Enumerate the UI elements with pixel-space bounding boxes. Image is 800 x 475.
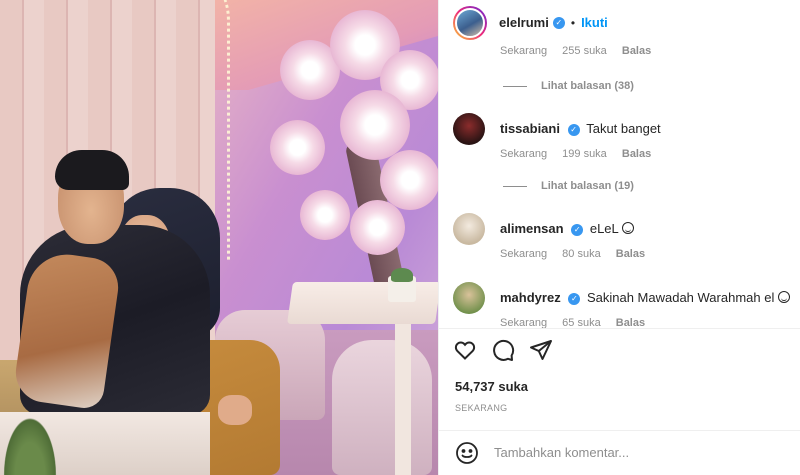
view-replies-label: Lihat balasan (38) <box>541 80 634 92</box>
post-header: elelrumi ✓ • Ikuti <box>439 0 800 45</box>
comment-time: Sekarang <box>500 45 548 57</box>
comment-likes[interactable]: 80 suka <box>562 248 601 260</box>
post-photo[interactable] <box>0 0 438 475</box>
add-comment-bar: Tambahkan komentar... <box>439 430 800 475</box>
photo-plant <box>391 268 413 282</box>
post-actions <box>453 338 553 362</box>
comment-time: Sekarang <box>500 248 548 260</box>
comment-text: eLeL <box>589 221 619 236</box>
commenter-avatar[interactable] <box>453 282 485 314</box>
heart-icon[interactable] <box>453 338 477 362</box>
comment-body: mahdyrez ✓ Sakinah Mawadah Warahmah el <box>500 290 790 306</box>
commenter-username[interactable]: tissabiani <box>500 121 560 136</box>
comment-likes[interactable]: 65 suka <box>562 317 601 328</box>
comment-icon[interactable] <box>491 338 515 362</box>
smile-emoji-icon <box>777 291 790 303</box>
view-replies-button[interactable]: Lihat balasan (19) <box>503 180 634 192</box>
comment-reply-button[interactable]: Balas <box>616 317 645 328</box>
comments-list[interactable]: Sekarang 255 suka Balas Lihat balasan (3… <box>439 45 800 328</box>
photo-stool <box>332 340 432 475</box>
photo-blossom-tree <box>270 0 438 320</box>
verified-badge-icon: ✓ <box>567 123 580 136</box>
comment-text: Takut banget <box>586 121 661 136</box>
section-divider <box>439 328 800 329</box>
replies-divider-line <box>503 85 527 87</box>
comment-reply-button[interactable]: Balas <box>622 148 651 160</box>
comment-meta: Sekarang 80 suka Balas <box>500 248 657 260</box>
post-side-panel: elelrumi ✓ • Ikuti Sekarang 255 suka Bal… <box>438 0 800 475</box>
emoji-icon[interactable] <box>455 441 479 465</box>
comment-meta: Sekarang 255 suka Balas <box>500 45 663 57</box>
header-separator: • <box>570 15 576 30</box>
verified-badge-icon: ✓ <box>571 223 584 236</box>
view-replies-button[interactable]: Lihat balasan (38) <box>503 80 634 92</box>
author-username[interactable]: elelrumi <box>499 15 549 30</box>
commenter-username[interactable]: mahdyrez <box>500 290 561 305</box>
comment-meta: Sekarang 65 suka Balas <box>500 317 657 328</box>
comment-reply-button[interactable]: Balas <box>616 248 645 260</box>
comment-likes[interactable]: 255 suka <box>562 45 607 57</box>
replies-divider-line <box>503 185 527 187</box>
photo-person-hand <box>218 395 252 425</box>
commenter-avatar[interactable] <box>453 213 485 245</box>
commenter-username[interactable]: alimensan <box>500 221 564 236</box>
share-icon[interactable] <box>529 338 553 362</box>
verified-badge-icon: ✓ <box>552 16 565 29</box>
author-avatar[interactable] <box>453 5 487 40</box>
comment-body: tissabiani ✓ Takut banget <box>500 121 790 137</box>
comment-time: Sekarang <box>500 317 548 328</box>
photo-succulent <box>0 410 60 475</box>
comment-text: Sakinah Mawadah Warahmah el <box>586 290 775 305</box>
post-timestamp: SEKARANG <box>455 403 508 413</box>
comment-input[interactable]: Tambahkan komentar... <box>494 445 629 460</box>
photo-table-leg <box>395 322 411 475</box>
verified-badge-icon: ✓ <box>568 292 581 305</box>
view-replies-label: Lihat balasan (19) <box>541 180 634 192</box>
commenter-avatar[interactable] <box>453 113 485 145</box>
photo-person-hair <box>55 150 129 190</box>
comment-body: alimensan ✓ eLeL <box>500 221 790 237</box>
comment-time: Sekarang <box>500 148 548 160</box>
likes-count[interactable]: 54,737 suka <box>455 379 528 394</box>
comment-meta: Sekarang 199 suka Balas <box>500 148 663 160</box>
comment-likes[interactable]: 199 suka <box>562 148 607 160</box>
follow-button[interactable]: Ikuti <box>581 15 608 30</box>
smile-emoji-icon <box>621 222 634 234</box>
comment-reply-button[interactable]: Balas <box>622 45 651 57</box>
